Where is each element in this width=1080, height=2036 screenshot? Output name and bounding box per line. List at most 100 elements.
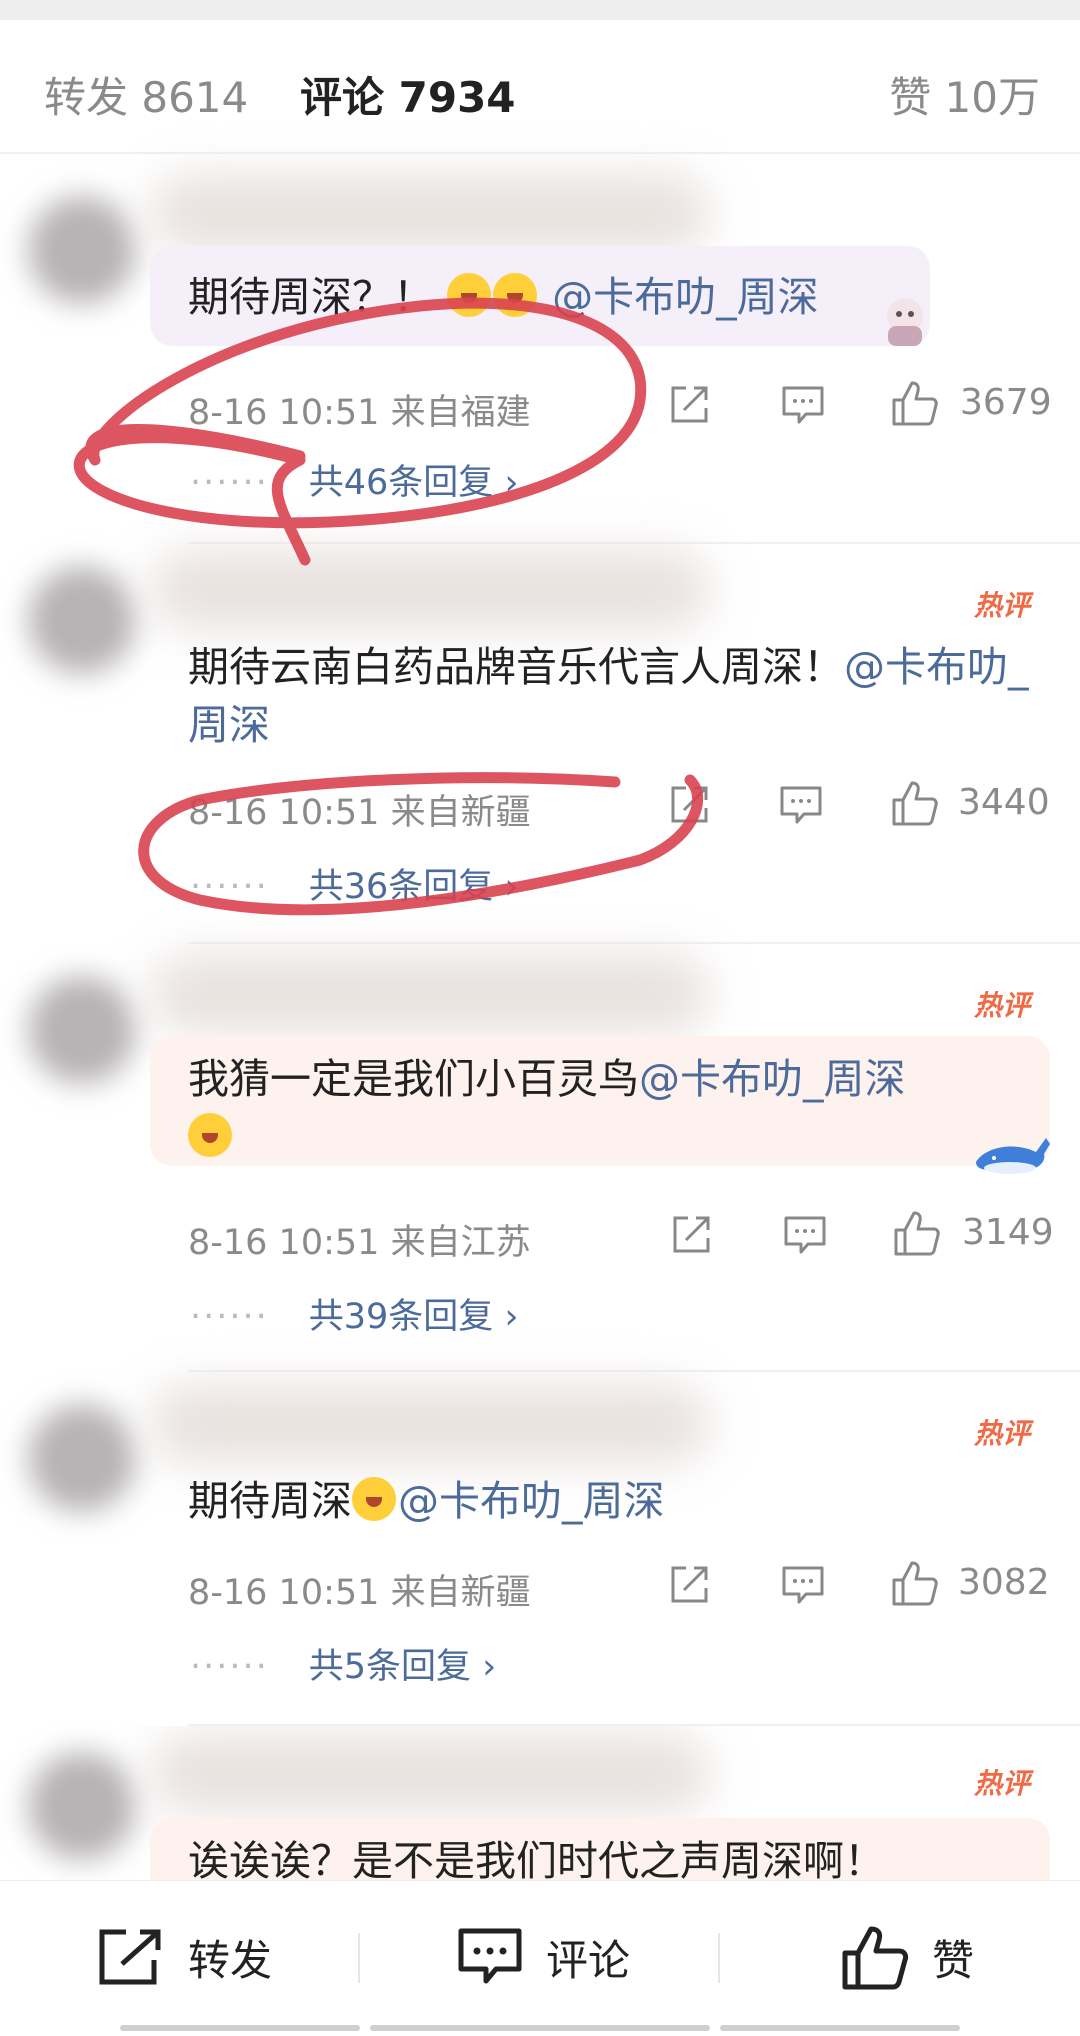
status-strip <box>0 0 1080 20</box>
forward-label: 转发 <box>188 1935 273 1985</box>
hot-badge: 热评 <box>973 1417 1030 1450</box>
thumbs-up-icon[interactable] <box>890 378 940 428</box>
home-indicator <box>720 2025 960 2031</box>
blurred-username <box>150 174 710 254</box>
avatar[interactable] <box>28 1404 136 1512</box>
reply-count: 共5条回复 <box>308 1647 472 1687</box>
avatar[interactable] <box>28 1752 136 1860</box>
hot-badge: 热评 <box>973 589 1030 622</box>
reply-dots: ······ <box>190 1647 269 1687</box>
comment-item: 热评 期待云南白药品牌音乐代言人周深！@卡布叻_周深 8-16 10:51 来自… <box>0 546 1080 946</box>
reply-dots: ······ <box>190 1297 269 1337</box>
comment-location: 来自福建 <box>390 393 531 433</box>
hot-badge: 热评 <box>973 989 1030 1022</box>
like-count: 3440 <box>958 782 1050 823</box>
blurred-username <box>150 954 710 1034</box>
thumbs-up-icon[interactable] <box>890 1558 940 1608</box>
tab-comment[interactable]: 评论 7934 <box>300 64 516 125</box>
comment-body: 诶诶诶？是不是我们时代之声周深啊！ <box>188 1837 885 1880</box>
like-count: 3149 <box>962 1212 1054 1253</box>
comment-text: 期待云南白药品牌音乐代言人周深！@卡布叻_周深 <box>188 638 1030 754</box>
home-indicator <box>120 2025 360 2031</box>
comment-text: 期待周深 @卡布叻_周深 <box>188 1472 1030 1530</box>
comment-icon[interactable] <box>780 1562 826 1608</box>
chevron-right-icon: › <box>482 1647 497 1687</box>
comment-time: 8-16 10:51 <box>188 1573 380 1613</box>
blurred-username <box>150 1734 710 1814</box>
comment-icon[interactable] <box>782 1212 828 1258</box>
home-indicator <box>370 2025 710 2031</box>
comment-body: 期待周深 <box>188 1477 352 1525</box>
comment-body: 我猜一定是我们小百灵鸟 <box>188 1055 639 1103</box>
tab-bar: 转发 8614 评论 7934 赞 10万 <box>0 20 1080 154</box>
comment-body: 期待云南白药品牌音乐代言人周深！ <box>188 643 844 691</box>
comment-item: 热评 我猜一定是我们小百灵鸟@卡布叻_周深 8-16 10:51 来自江苏 31… <box>0 946 1080 1374</box>
like-count: 3082 <box>958 1562 1050 1603</box>
divider <box>188 942 1080 944</box>
comment-text: 期待周深？！ @卡布叻_周深 <box>188 268 1030 326</box>
avatar[interactable] <box>28 976 136 1084</box>
comment-location: 来自新疆 <box>390 793 531 833</box>
comment-meta: 8-16 10:51 来自新疆 <box>188 1564 531 1615</box>
thumbs-up-icon[interactable] <box>892 1208 942 1258</box>
comment-button[interactable]: 评论 <box>456 1917 630 1997</box>
share-icon[interactable] <box>668 1212 714 1258</box>
bottom-action-bar: 转发 评论 赞 <box>0 1880 1080 2036</box>
laughing-emoji-icon <box>493 273 538 317</box>
mention-link[interactable]: @卡布叻_周深 <box>398 1477 665 1525</box>
mention-link[interactable]: @卡布叻_周深 <box>639 1055 906 1103</box>
reply-dots: ······ <box>190 463 269 503</box>
separator <box>718 1933 720 1983</box>
comment-location: 来自江苏 <box>390 1223 531 1263</box>
hot-badge: 热评 <box>973 1767 1030 1800</box>
divider <box>188 542 1080 544</box>
chevron-right-icon: › <box>504 1297 519 1337</box>
pleading-emoji-icon <box>188 1113 232 1157</box>
like-label: 赞 <box>932 1935 975 1985</box>
avatar[interactable] <box>28 566 136 674</box>
forward-button[interactable]: 转发 <box>96 1917 272 1997</box>
share-icon <box>99 1929 161 1985</box>
comment-time: 8-16 10:51 <box>188 393 380 433</box>
tab-like[interactable]: 赞 10万 <box>889 64 1040 125</box>
comment-meta: 8-16 10:51 来自江苏 <box>188 1214 531 1265</box>
comment-label: 评论 <box>546 1935 631 1985</box>
kissing-emoji-icon <box>352 1477 396 1521</box>
share-icon[interactable] <box>666 382 712 428</box>
chevron-right-icon: › <box>504 867 519 907</box>
reply-count: 共36条回复 <box>308 867 494 907</box>
view-replies-link[interactable]: ······ 共36条回复 › <box>190 858 518 909</box>
comment-icon[interactable] <box>778 782 824 828</box>
divider <box>188 1370 1080 1372</box>
avatar[interactable] <box>28 196 136 304</box>
mention-link[interactable]: @卡布叻_周深 <box>552 273 819 321</box>
comment-text: 诶诶诶？是不是我们时代之声周深啊！ <box>188 1832 1030 1880</box>
reply-count: 共46条回复 <box>308 463 494 503</box>
comment-icon <box>458 1928 522 1984</box>
reply-count: 共39条回复 <box>308 1297 494 1337</box>
comment-body: 期待周深？！ <box>188 273 434 321</box>
view-replies-link[interactable]: ······ 共5条回复 › <box>190 1638 496 1689</box>
comment-item: 期待周深？！ @卡布叻_周深 8-16 10:51 来自福建 3679 ····… <box>0 156 1080 546</box>
like-button[interactable]: 赞 <box>840 1917 974 1997</box>
comment-meta: 8-16 10:51 来自福建 <box>188 384 531 435</box>
share-icon[interactable] <box>666 782 712 828</box>
comment-time: 8-16 10:51 <box>188 1223 380 1263</box>
comment-text: 我猜一定是我们小百灵鸟@卡布叻_周深 <box>188 1050 1030 1166</box>
thumbs-up-icon <box>842 1926 909 1990</box>
reply-dots: ······ <box>190 867 269 907</box>
tab-forward[interactable]: 转发 8614 <box>44 64 248 125</box>
share-icon[interactable] <box>666 1562 712 1608</box>
comment-location: 来自新疆 <box>390 1573 531 1613</box>
thumbs-up-icon[interactable] <box>890 778 940 828</box>
chevron-right-icon: › <box>504 463 519 503</box>
comment-item: 热评 期待周深 @卡布叻_周深 8-16 10:51 来自新疆 3082 ····… <box>0 1374 1080 1726</box>
blurred-username <box>150 550 710 630</box>
view-replies-link[interactable]: ······ 共46条回复 › <box>190 454 518 505</box>
separator <box>358 1933 360 1983</box>
view-replies-link[interactable]: ······ 共39条回复 › <box>190 1288 518 1339</box>
laughing-emoji-icon <box>447 273 492 317</box>
blurred-username <box>150 1384 710 1464</box>
comment-item: 热评 诶诶诶？是不是我们时代之声周深啊！ <box>0 1726 1080 1880</box>
comment-icon[interactable] <box>780 382 826 428</box>
